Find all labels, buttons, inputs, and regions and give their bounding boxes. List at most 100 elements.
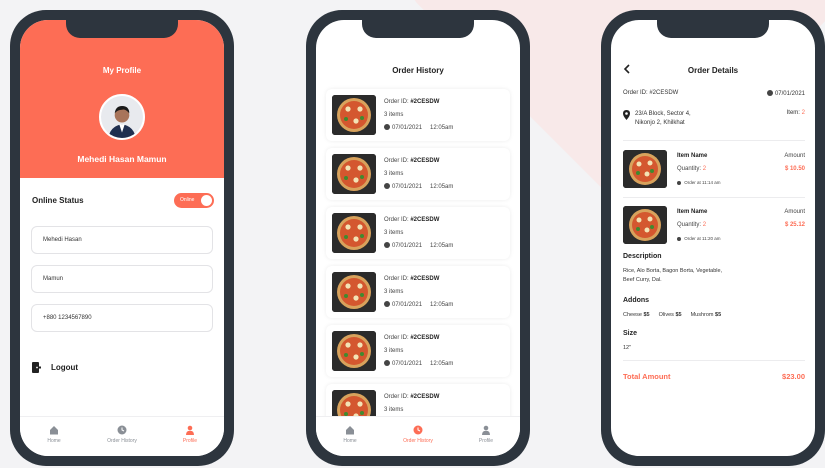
clock-icon xyxy=(117,425,127,435)
order-datetime: 07/01/2021 12:05am xyxy=(384,181,453,194)
pizza-image xyxy=(332,213,376,253)
item-quantity-row: Quantity: 2 xyxy=(677,163,784,176)
quantity-label: Quantity: xyxy=(677,222,702,228)
addon-name: Olives xyxy=(658,312,674,318)
phone-order-history: Order History Order ID: #2CESDW 3 items 07… xyxy=(306,10,530,466)
online-toggle[interactable]: Online xyxy=(174,192,214,208)
nav-profile-label: Profile xyxy=(182,438,198,444)
order-id-label: Order ID: xyxy=(384,216,409,223)
order-card[interactable]: Order ID: #2CESDW 3 items 07/01/2021 12:05a… xyxy=(326,207,510,259)
addon-name: Mushrom xyxy=(690,312,714,318)
clock-icon xyxy=(677,237,681,241)
phone-field[interactable]: +880 1234567890 xyxy=(31,304,213,332)
order-time: 12:05am xyxy=(430,183,454,190)
item-count: 2 xyxy=(801,110,805,116)
amount-label: Amount xyxy=(784,209,805,215)
order-details-screen: Order Details Order ID: #2CESDW 07/01/20… xyxy=(611,20,815,456)
logout-button[interactable]: Logout xyxy=(32,360,78,374)
order-date: 07/01/2021 xyxy=(392,360,423,367)
quantity-label: Quantity: xyxy=(677,166,702,172)
order-info: Order ID: #2CESDW 3 items 07/01/2021 12:05a… xyxy=(384,332,453,371)
addon-price: $5 xyxy=(715,312,722,318)
order-items-count: 3 items xyxy=(384,170,404,177)
phone-notch xyxy=(657,20,769,38)
nav-home-label: Home xyxy=(343,438,357,444)
order-id-label: Order ID: xyxy=(384,157,409,164)
home-icon xyxy=(50,426,58,435)
order-date: 07/01/2021 xyxy=(392,242,423,249)
profile-screen: My Profile Mehedi Hasan Mamun Online Sta… xyxy=(20,20,224,456)
toggle-label: Online xyxy=(180,196,195,203)
order-card[interactable]: Order ID: #2CESDW 3 items 07/01/2021 12:05a… xyxy=(326,148,510,200)
clock-icon xyxy=(384,359,390,366)
toggle-knob xyxy=(201,194,212,206)
nav-profile-label: Profile xyxy=(478,438,494,444)
description-title: Description xyxy=(623,253,662,260)
clock-icon xyxy=(766,90,773,96)
item-time-row: Order at 11:20 am xyxy=(677,232,784,245)
addon-item: Mushrom $5 xyxy=(691,311,722,320)
addons-list: Cheese $5 Olives $5 Mushrom $5 xyxy=(623,311,785,320)
home-icon xyxy=(346,426,354,435)
order-info: Order ID: #2CESDW 3 items 07/01/2021 12:05a… xyxy=(384,214,453,253)
order-date: 07/01/2021 xyxy=(392,183,423,190)
order-time: 12:05am xyxy=(430,124,454,131)
order-datetime: 07/01/2021 12:05am xyxy=(384,299,453,312)
phone-order-details: Order Details Order ID: #2CESDW 07/01/20… xyxy=(601,10,825,466)
phone-profile: My Profile Mehedi Hasan Mamun Online Sta… xyxy=(10,10,234,466)
pizza-image xyxy=(332,154,376,194)
last-name-field[interactable]: Mamun xyxy=(31,265,213,293)
order-card[interactable]: Order ID: #2CESDW 3 items 07/01/2021 12:05a… xyxy=(326,89,510,141)
page-title: Order Details xyxy=(687,66,739,75)
order-item-1: Item Name Quantity: 2 Order at 11:14 am … xyxy=(623,150,805,190)
order-items-count: 3 items xyxy=(384,347,404,354)
order-info: Order ID: #2CESDW 3 items 07/01/2021 12:05a… xyxy=(384,96,453,135)
clock-icon xyxy=(677,181,681,185)
item-order-time: Order at 11:20 am xyxy=(684,236,721,241)
item-amount: $ 25.12 xyxy=(784,222,805,228)
pizza-image xyxy=(332,331,376,371)
bottom-nav: Home Order History Profile xyxy=(316,416,520,456)
order-id-value: #2CESDW xyxy=(410,393,440,400)
order-id-label: Order ID: xyxy=(384,334,409,341)
address-text: 23/A Block, Sector 4, Nikonjo 2, Khilkha… xyxy=(635,110,691,128)
page-title: My Profile xyxy=(102,66,142,75)
order-datetime: 07/01/2021 12:05am xyxy=(384,240,453,253)
nav-profile[interactable]: Profile xyxy=(160,425,220,444)
item-amount-block: Amount $ 10.50 xyxy=(784,150,805,176)
pizza-image xyxy=(623,206,667,244)
pizza-icon xyxy=(332,272,376,312)
nav-order-history[interactable]: Order History xyxy=(92,425,152,444)
first-name-field[interactable]: Mehedi Hasan xyxy=(31,226,213,254)
item-count-wrap: Item: 2 xyxy=(787,110,805,116)
pizza-icon xyxy=(332,154,376,194)
order-id-row: Order ID: #2CESDW xyxy=(384,332,453,345)
nav-order-history[interactable]: Order History xyxy=(388,425,448,444)
nav-home[interactable]: Home xyxy=(24,425,84,444)
addon-price: $5 xyxy=(675,312,682,318)
order-meta-row: Order ID: #2CESDW 07/01/2021 xyxy=(623,90,805,97)
order-card[interactable]: Order ID: #2CESDW 3 items 07/01/2021 12:05a… xyxy=(326,266,510,318)
item-info: Item Name Quantity: 2 Order at 11:14 am xyxy=(677,150,784,189)
order-id-value: #2CESDW xyxy=(410,157,440,164)
divider xyxy=(623,140,805,141)
address-line-1: 23/A Block, Sector 4, xyxy=(635,111,691,117)
nav-home[interactable]: Home xyxy=(320,425,380,444)
avatar[interactable] xyxy=(99,94,145,140)
pizza-image xyxy=(623,150,667,188)
item-order-time: Order at 11:14 am xyxy=(684,180,721,185)
item-count-label: Item: xyxy=(786,110,800,116)
order-id-row: Order ID: #2CESDW xyxy=(384,273,453,286)
nav-profile[interactable]: Profile xyxy=(456,425,516,444)
amount-label: Amount xyxy=(784,153,805,159)
order-id-value: #2CESDW xyxy=(410,334,440,341)
address-row: 23/A Block, Sector 4, Nikonjo 2, Khilkha… xyxy=(623,110,805,128)
order-card[interactable]: Order ID: #2CESDW 3 items 07/01/2021 12:05a… xyxy=(326,325,510,377)
order-time: 12:05am xyxy=(430,360,454,367)
nav-order-history-label: Order History xyxy=(107,438,137,444)
addons-title: Addons xyxy=(623,297,650,304)
order-datetime: 07/01/2021 12:05am xyxy=(384,358,453,371)
clock-icon xyxy=(384,182,390,189)
addon-name: Cheese xyxy=(623,312,642,318)
order-id-row: Order ID: #2CESDW xyxy=(384,391,453,404)
